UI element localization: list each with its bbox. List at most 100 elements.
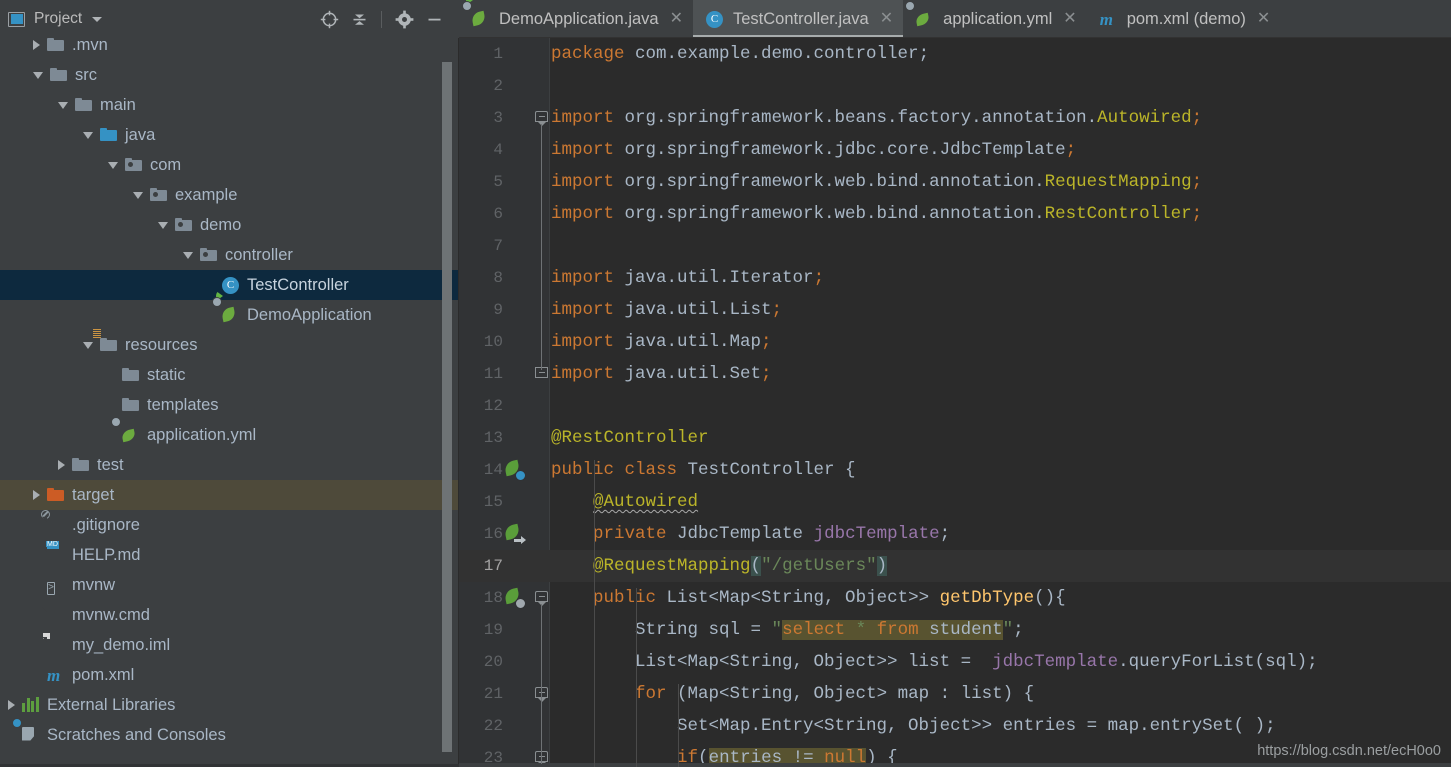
code-line[interactable]: 5 import org.springframework.web.bind.ann… xyxy=(459,166,1451,198)
expand-arrow-icon[interactable] xyxy=(33,490,40,500)
locate-icon[interactable] xyxy=(314,5,344,33)
folder-icon xyxy=(75,97,93,114)
code-line[interactable]: 16 private JdbcTemplate jdbcTemplate; xyxy=(459,518,1451,550)
code-line[interactable]: 11 import java.util.Set; xyxy=(459,358,1451,390)
tree-row-main[interactable]: main xyxy=(0,90,459,120)
code-token: from xyxy=(876,620,919,640)
maven-file-icon: m xyxy=(1099,9,1113,29)
tree-row-label: pom.xml xyxy=(72,665,135,684)
code-line[interactable]: 19 String sql = "select * from student"; xyxy=(459,614,1451,646)
tree-row--gitignore[interactable]: .gitignore xyxy=(0,509,459,540)
collapse-arrow-icon[interactable] xyxy=(83,131,93,139)
code-line[interactable]: 7 xyxy=(459,230,1451,262)
code-text: @RestController xyxy=(551,422,1451,454)
code-text: public List<Map<String, Object>> getDbTy… xyxy=(551,582,1451,614)
tree-row-static[interactable]: static xyxy=(0,360,459,390)
collapse-arrow-icon[interactable] xyxy=(183,251,193,259)
editor-tab-demoapplication-java[interactable]: DemoApplication.java ✕ xyxy=(459,0,693,38)
project-tree[interactable]: .mvn src main java com example demo controller C… xyxy=(0,30,459,763)
collapse-arrow-icon[interactable] xyxy=(133,191,143,199)
code-line[interactable]: 6 import org.springframework.web.bind.ann… xyxy=(459,198,1451,230)
tree-row-scratches-and-consoles[interactable]: Scratches and Consoles xyxy=(0,717,459,750)
code-token: getDbType xyxy=(939,588,1035,608)
tree-row-mvnw-cmd[interactable]: mvnw.cmd xyxy=(0,600,459,630)
line-number: 17 xyxy=(483,557,503,575)
close-icon[interactable]: ✕ xyxy=(1257,11,1270,27)
fold-expanded-icon[interactable] xyxy=(535,111,548,126)
tree-row-my-demo-iml[interactable]: my_demo.iml xyxy=(0,630,459,660)
code-line[interactable]: 10 import java.util.Map; xyxy=(459,326,1451,358)
tree-row-controller[interactable]: controller xyxy=(0,240,459,270)
tree-row-label: application.yml xyxy=(147,425,257,444)
code-token: ; xyxy=(761,364,772,384)
collapse-arrow-icon[interactable] xyxy=(58,101,68,109)
tree-row-com[interactable]: com xyxy=(0,150,459,180)
collapse-arrow-icon[interactable] xyxy=(33,71,43,79)
code-line[interactable]: 3 import org.springframework.beans.factor… xyxy=(459,102,1451,134)
code-line[interactable]: 17 @RequestMapping("/getUsers") xyxy=(459,550,1451,582)
tree-row-test[interactable]: test xyxy=(0,450,459,480)
collapse-arrow-icon[interactable] xyxy=(158,221,168,229)
code-line[interactable]: 18 public List<Map<String, Object>> getD… xyxy=(459,582,1451,614)
code-text: @RequestMapping("/getUsers") xyxy=(551,550,1451,582)
code-line[interactable]: 22 Set<Map.Entry<String, Object>> entrie… xyxy=(459,710,1451,742)
tree-row-demoapplication[interactable]: DemoApplication xyxy=(0,290,459,330)
tree-row-templates[interactable]: templates xyxy=(0,390,459,420)
minimize-icon[interactable] xyxy=(419,5,449,33)
line-number: 10 xyxy=(483,333,503,351)
code-token: public xyxy=(593,588,657,608)
tree-row-demo[interactable]: demo xyxy=(0,210,459,240)
tree-row-mvnw[interactable]: > mvnw xyxy=(0,570,459,600)
code-line[interactable]: 4 import org.springframework.jdbc.core.Jd… xyxy=(459,134,1451,166)
tree-row-java[interactable]: java xyxy=(0,120,459,150)
tree-row-label: controller xyxy=(225,245,293,264)
sidebar-scrollbar[interactable] xyxy=(442,62,452,752)
chevron-down-icon[interactable] xyxy=(92,16,103,22)
tree-row-help-md[interactable]: MD HELP.md xyxy=(0,540,459,570)
editor-tab-application-yml[interactable]: application.yml ✕ xyxy=(903,0,1087,38)
code-line[interactable]: 20 List<Map<String, Object>> list = jdbc… xyxy=(459,646,1451,678)
tree-row-target[interactable]: target xyxy=(0,480,459,510)
code-line[interactable]: 1 package com.example.demo.controller; xyxy=(459,38,1451,70)
code-line[interactable]: 13 @RestController xyxy=(459,422,1451,454)
expand-arrow-icon[interactable] xyxy=(33,40,40,50)
close-icon[interactable]: ✕ xyxy=(1063,11,1076,27)
tree-row-src[interactable]: src xyxy=(0,60,459,90)
collapse-arrow-icon[interactable] xyxy=(83,341,93,349)
spring-bean-icon[interactable] xyxy=(503,459,526,481)
code-line[interactable]: 21 for (Map<String, Object> map : list) … xyxy=(459,678,1451,710)
tree-row-pom-xml[interactable]: m pom.xml xyxy=(0,660,459,690)
spring-boot-class-icon xyxy=(462,0,490,28)
code-line[interactable]: 15 @Autowired xyxy=(459,486,1451,518)
tree-row-testcontroller[interactable]: C TestController xyxy=(0,270,459,300)
code-line[interactable]: 14 public class TestController { xyxy=(459,454,1451,486)
collapse-all-icon[interactable] xyxy=(344,5,374,33)
code-token: for xyxy=(635,684,667,704)
code-line[interactable]: 12 xyxy=(459,390,1451,422)
collapse-arrow-icon[interactable] xyxy=(108,161,118,169)
expand-arrow-icon[interactable] xyxy=(58,460,65,470)
tree-row-example[interactable]: example xyxy=(0,180,459,210)
tree-row-label: DemoApplication xyxy=(247,305,372,324)
editor-tab-pom-xml-demo-[interactable]: m pom.xml (demo) ✕ xyxy=(1087,0,1281,38)
code-line[interactable]: 9 import java.util.List; xyxy=(459,294,1451,326)
code-line[interactable]: 2 xyxy=(459,70,1451,102)
code-text: import org.springframework.beans.factory… xyxy=(551,102,1451,134)
code-line[interactable]: 8 import java.util.Iterator; xyxy=(459,262,1451,294)
close-icon[interactable]: ✕ xyxy=(670,11,683,27)
line-number: 13 xyxy=(483,429,503,447)
code-editor[interactable]: 1 package com.example.demo.controller; 2 3 i… xyxy=(459,38,1451,767)
tree-row-resources[interactable]: resources xyxy=(0,328,459,360)
gear-icon[interactable] xyxy=(389,5,419,33)
close-icon[interactable]: ✕ xyxy=(880,11,893,27)
editor-tab-testcontroller-java[interactable]: C TestController.java ✕ xyxy=(693,0,904,38)
fold-expanded-icon[interactable] xyxy=(535,591,548,606)
tree-row-external-libraries[interactable]: External Libraries xyxy=(0,690,459,720)
code-text: import org.springframework.jdbc.core.Jdb… xyxy=(551,134,1451,166)
spring-mapping-icon[interactable] xyxy=(503,587,526,609)
code-token: " xyxy=(771,620,783,640)
expand-arrow-icon[interactable] xyxy=(8,700,15,710)
tree-row-application-yml[interactable]: application.yml xyxy=(0,416,459,450)
spring-autowired-icon[interactable] xyxy=(503,523,526,544)
scratches-icon xyxy=(12,717,40,744)
